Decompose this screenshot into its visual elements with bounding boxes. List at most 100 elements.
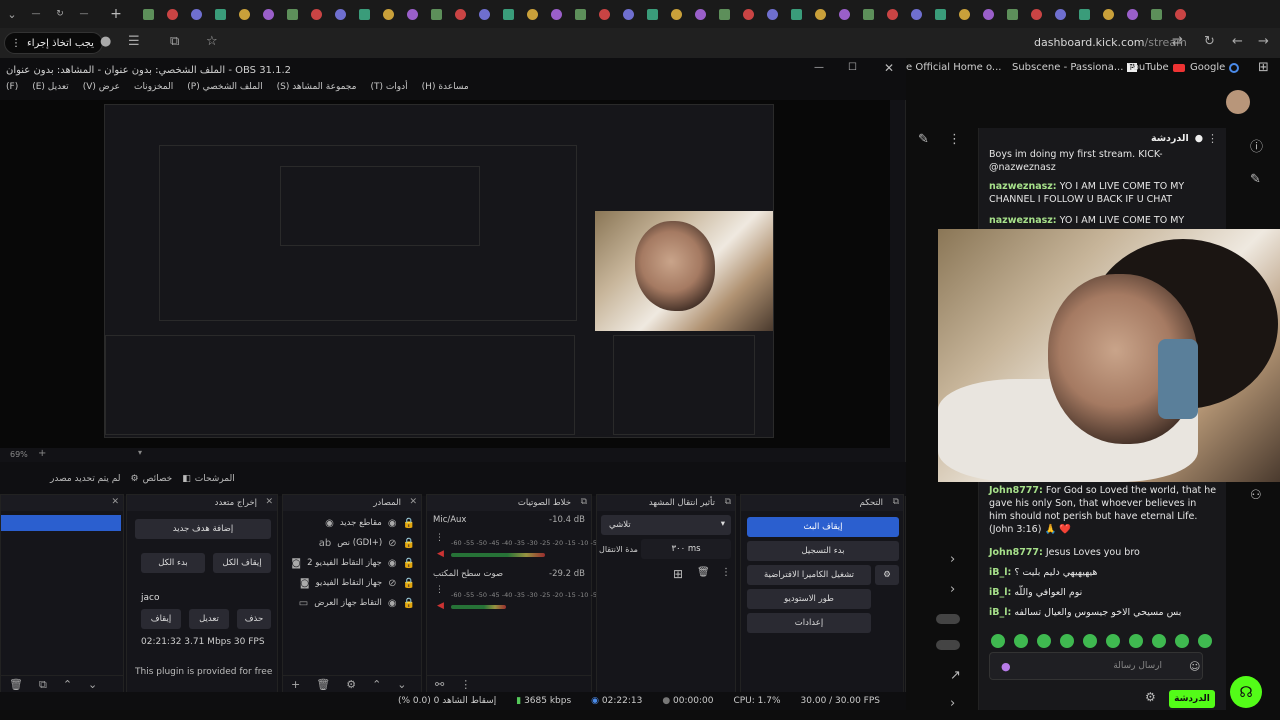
more-icon[interactable]: ⋮: [435, 585, 444, 595]
speaker-muted-icon[interactable]: ◀: [437, 601, 444, 611]
menu-item-view[interactable]: عرض (V): [83, 82, 120, 100]
browser-tab[interactable]: [736, 0, 760, 28]
studio-mode-button[interactable]: طور الاستوديو: [747, 589, 871, 609]
browser-tab[interactable]: [688, 0, 712, 28]
toggle-switch[interactable]: [936, 614, 960, 624]
start-recording-button[interactable]: بدء التسجيل: [747, 541, 899, 561]
browser-tab[interactable]: [280, 0, 304, 28]
pencil-icon[interactable]: ✎: [918, 132, 929, 147]
close-icon[interactable]: ✕: [265, 497, 273, 507]
support-button[interactable]: ☊: [1230, 676, 1262, 708]
browser-tab[interactable]: [136, 0, 160, 28]
browser-tab[interactable]: [520, 0, 544, 28]
lock-icon[interactable]: 🔒: [403, 578, 415, 589]
eye-hidden-icon[interactable]: ⊘: [388, 578, 396, 589]
browser-tab[interactable]: [952, 0, 976, 28]
bookmark-star-icon[interactable]: ☆: [206, 34, 218, 49]
browser-tab[interactable]: [1048, 0, 1072, 28]
browser-tab[interactable]: [160, 0, 184, 28]
browser-tab[interactable]: [184, 0, 208, 28]
emote-icon[interactable]: [1037, 634, 1051, 648]
chevron-right-icon[interactable]: ›: [950, 696, 955, 711]
browser-tab[interactable]: [856, 0, 880, 28]
bookmark-youtube[interactable]: YouTube: [1128, 62, 1185, 73]
back-icon[interactable]: ←: [1232, 34, 1243, 49]
dock-float-icon[interactable]: ⧉: [581, 497, 587, 507]
browser-tab[interactable]: [496, 0, 520, 28]
emote-icon[interactable]: [1060, 634, 1074, 648]
restore-icon[interactable]: —: [72, 0, 96, 28]
browser-tab[interactable]: [640, 0, 664, 28]
screenshot-icon[interactable]: ⧉: [170, 34, 179, 49]
virtual-camera-settings[interactable]: ⚙: [875, 565, 899, 585]
close-button[interactable]: ✕: [884, 61, 894, 75]
browser-tab[interactable]: [664, 0, 688, 28]
emote-icon[interactable]: [1014, 634, 1028, 648]
plus-icon[interactable]: ⊞: [673, 567, 683, 581]
browser-tab[interactable]: [1024, 0, 1048, 28]
dock-float-icon[interactable]: ⧉: [725, 497, 731, 507]
trash-icon[interactable]: 🗑: [316, 678, 330, 691]
plus-icon[interactable]: +: [291, 678, 300, 691]
action-required-button[interactable]: ⋮ يجب اتخاذ إجراء: [4, 32, 103, 54]
source-item[interactable]: ◙ جهاز التقاط الفيديو ⊘ 🔒: [265, 573, 415, 593]
browser-tab[interactable]: [1144, 0, 1168, 28]
minimize-icon[interactable]: —: [24, 0, 48, 28]
emoji-icon[interactable]: ☺: [1189, 660, 1200, 673]
menu-item-file[interactable]: (F): [6, 82, 18, 100]
emote-icon[interactable]: [991, 634, 1005, 648]
menu-item-scene-collection[interactable]: مجموعة المشاهد (S): [277, 82, 357, 100]
browser-tab[interactable]: [568, 0, 592, 28]
browser-tab[interactable]: [760, 0, 784, 28]
forward-icon[interactable]: →: [1258, 34, 1269, 49]
browser-tab[interactable]: [712, 0, 736, 28]
dock-float-icon[interactable]: ⧉: [893, 497, 899, 507]
minimize-button[interactable]: —: [814, 62, 824, 73]
stop-target-button[interactable]: إيقاف: [141, 609, 181, 629]
emote-icon[interactable]: [1083, 634, 1097, 648]
browser-tab[interactable]: [472, 0, 496, 28]
close-icon[interactable]: ✕: [409, 497, 417, 507]
speaker-muted-icon[interactable]: ◀: [437, 549, 444, 559]
menu-item-tools[interactable]: أدوات (T): [370, 82, 407, 100]
toggle-switch[interactable]: [936, 640, 960, 650]
browser-tab[interactable]: [1096, 0, 1120, 28]
browser-tab[interactable]: [880, 0, 904, 28]
avatar-icon[interactable]: ●: [100, 34, 111, 49]
browser-tab[interactable]: [424, 0, 448, 28]
browser-tab[interactable]: [208, 0, 232, 28]
browser-tab[interactable]: [1072, 0, 1096, 28]
emote-icon[interactable]: [1198, 634, 1212, 648]
mixer-volume-slider[interactable]: [451, 553, 545, 557]
menu-item-profile[interactable]: الملف الشخصي (P): [187, 82, 262, 100]
browser-tab[interactable]: [256, 0, 280, 28]
chevron-right-icon[interactable]: ›: [950, 582, 955, 597]
add-target-button[interactable]: إضافة هدف جديد: [135, 519, 271, 539]
browser-tab[interactable]: [1168, 0, 1192, 28]
lock-icon[interactable]: 🔒: [403, 558, 415, 569]
obs-preview[interactable]: [0, 100, 890, 448]
bookmark-google[interactable]: Google: [1190, 62, 1240, 73]
browser-tab[interactable]: [904, 0, 928, 28]
more-icon[interactable]: ⋮: [721, 567, 731, 578]
stop-all-button[interactable]: إيقاف الكل: [213, 553, 271, 573]
menu-item-docks[interactable]: المخزونات: [134, 82, 173, 100]
start-all-button[interactable]: بدء الكل: [141, 553, 205, 573]
edit-icon[interactable]: ✎: [1250, 172, 1261, 187]
virtual-camera-button[interactable]: تشغيل الكاميرا الافتراضية: [747, 565, 871, 585]
down-icon[interactable]: ⌄: [88, 678, 97, 691]
browser-tab[interactable]: [1120, 0, 1144, 28]
tab-list-icon[interactable]: ⌄: [0, 0, 24, 28]
maximize-button[interactable]: ☐: [848, 62, 857, 73]
profile-avatar[interactable]: [1226, 90, 1250, 114]
browser-tab[interactable]: [400, 0, 424, 28]
eye-icon[interactable]: ◉: [388, 518, 397, 529]
browser-tab[interactable]: [544, 0, 568, 28]
zoom-level[interactable]: 69%: [10, 450, 28, 459]
chat-send-button[interactable]: الدردشة: [1169, 690, 1215, 708]
browser-tab[interactable]: [976, 0, 1000, 28]
eye-icon[interactable]: ◉: [388, 598, 397, 609]
browser-tab[interactable]: [616, 0, 640, 28]
scene-item-selected[interactable]: [1, 515, 121, 531]
up-icon[interactable]: ⌃: [63, 678, 72, 691]
